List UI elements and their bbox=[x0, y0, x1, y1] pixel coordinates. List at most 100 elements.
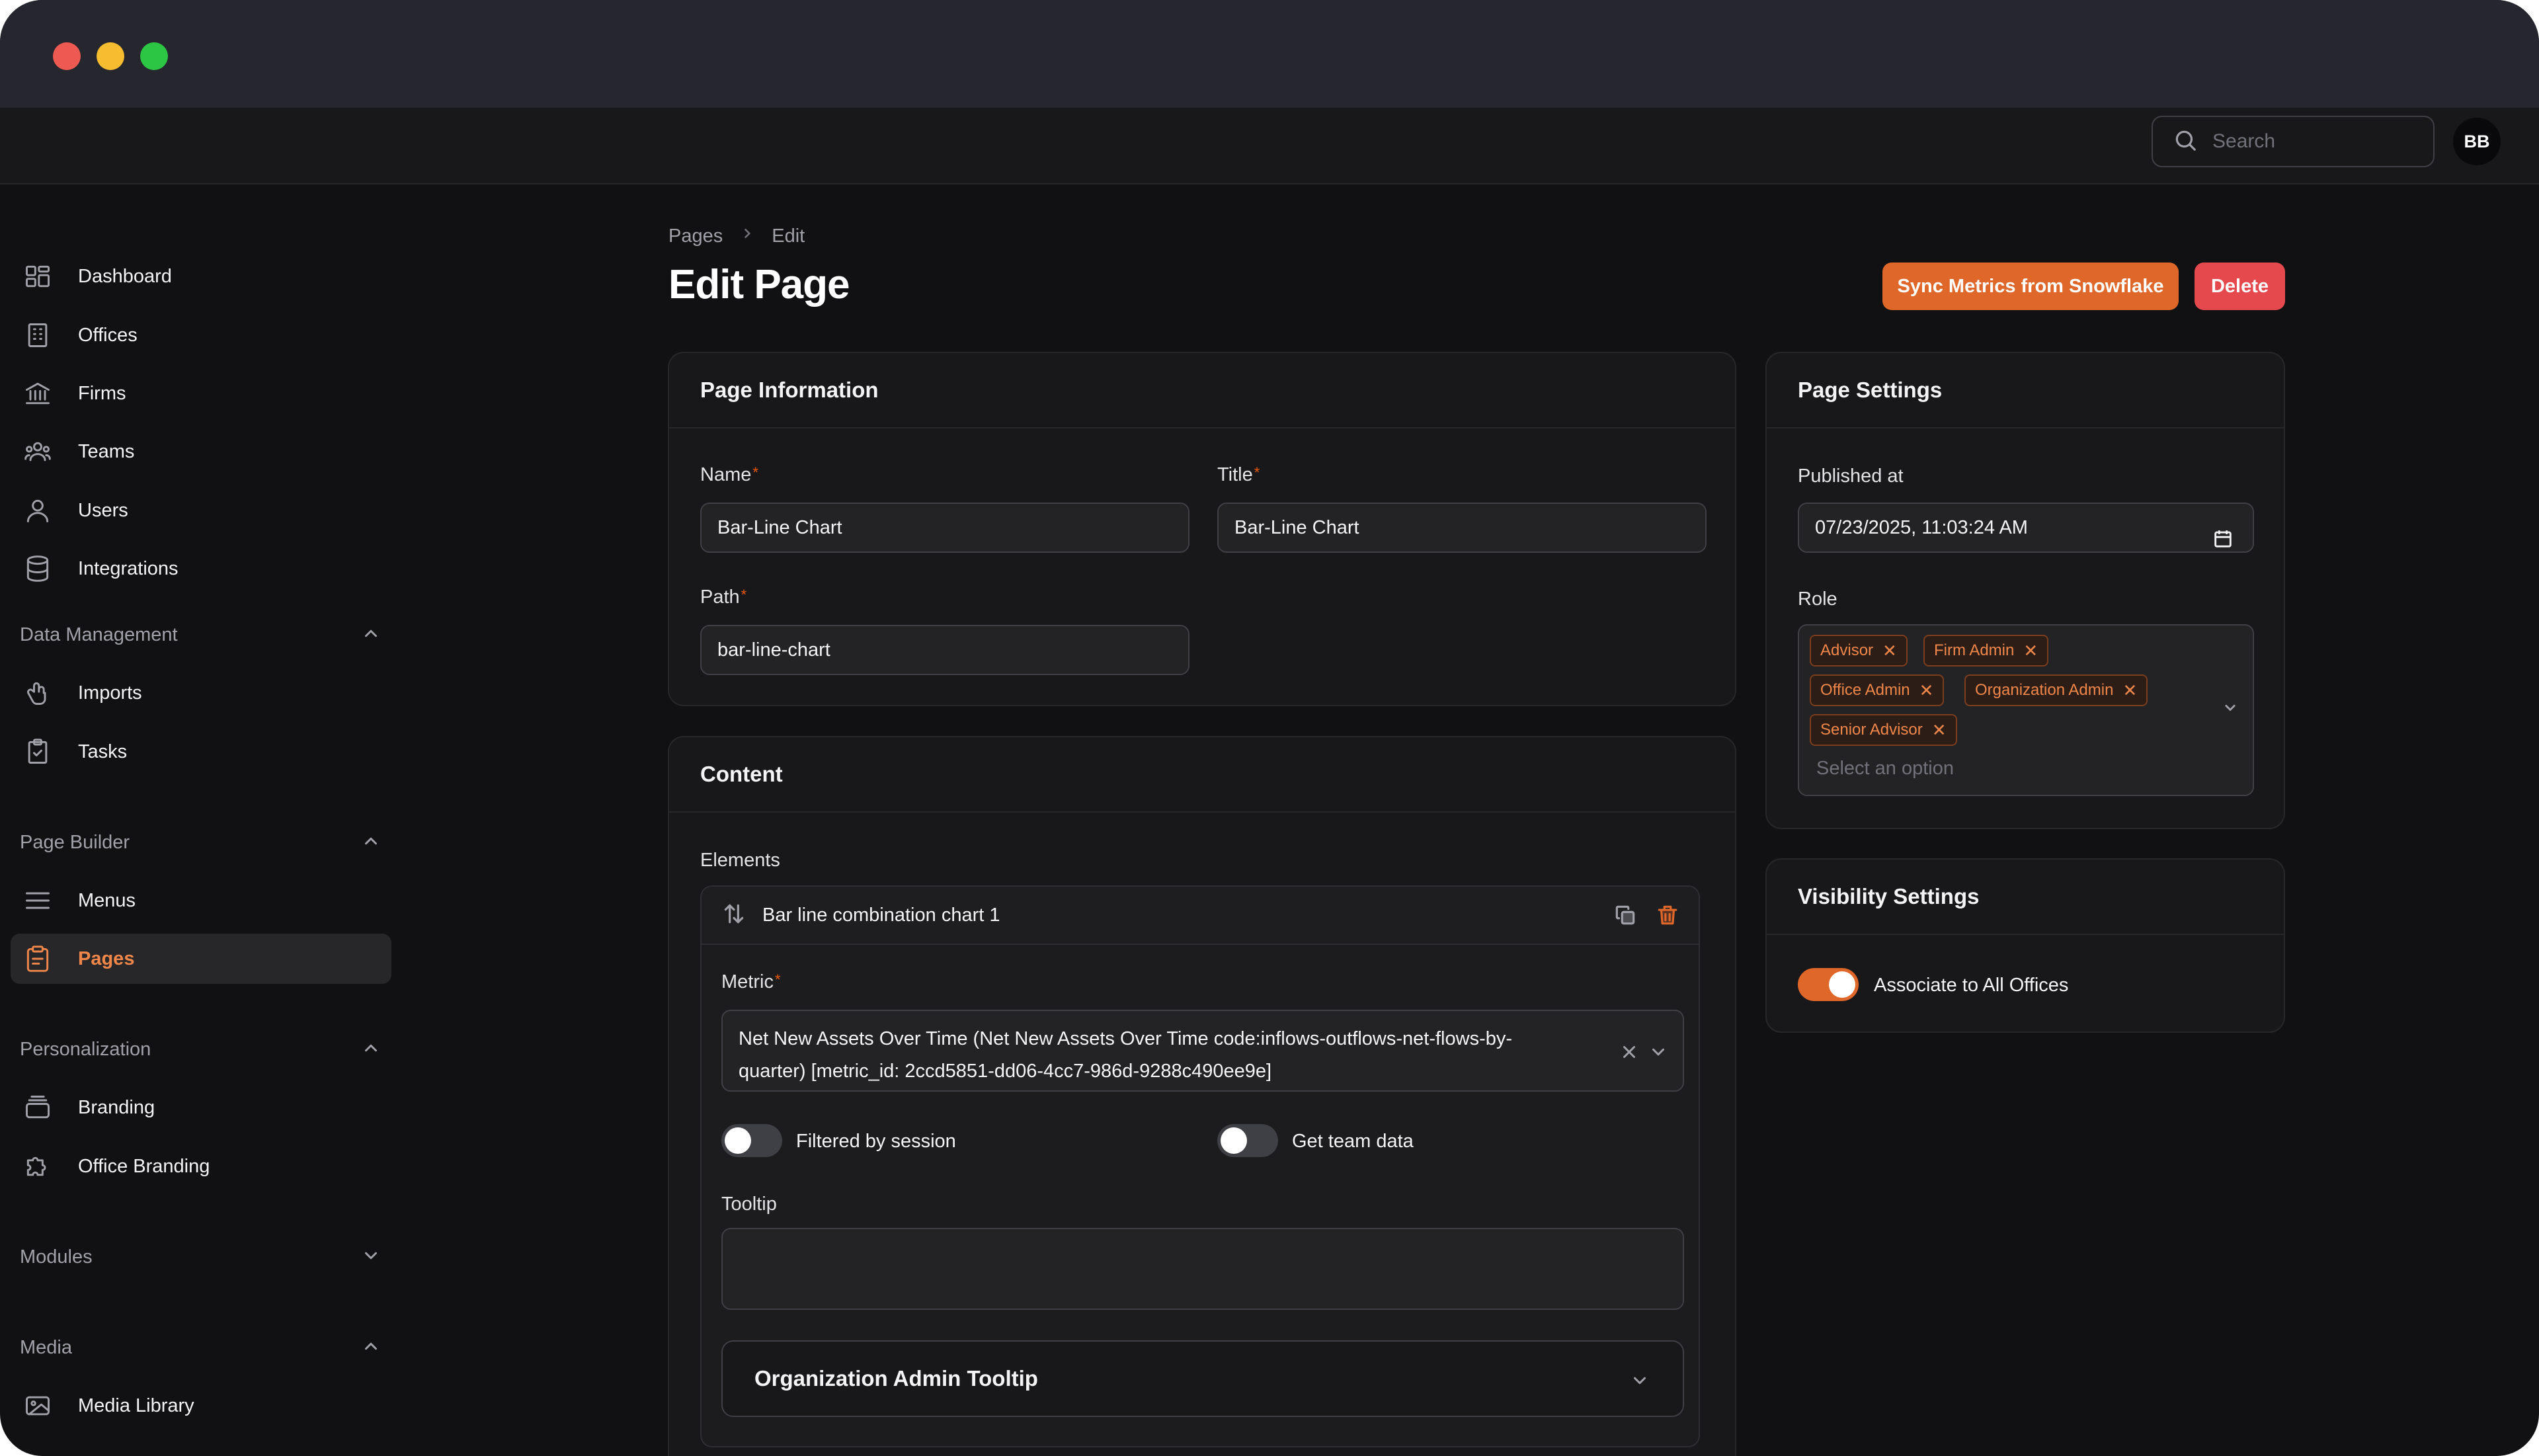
sidebar-item-label: Offices bbox=[78, 324, 138, 346]
user-avatar[interactable]: BB bbox=[2453, 118, 2501, 165]
breadcrumb-pages-link[interactable]: Pages bbox=[668, 225, 723, 247]
card-heading: Visibility Settings bbox=[1767, 860, 2284, 935]
user-icon bbox=[21, 494, 54, 527]
element-header: Bar line combination chart 1 bbox=[702, 887, 1699, 945]
chevron-up-icon bbox=[361, 624, 381, 647]
metric-label: Metric* bbox=[721, 971, 781, 992]
chevron-right-icon bbox=[723, 225, 772, 247]
sidebar-item-offices[interactable]: Offices bbox=[11, 310, 391, 360]
group-media[interactable]: Media bbox=[20, 1328, 381, 1367]
sidebar-item-media-library[interactable]: Media Library bbox=[11, 1381, 391, 1431]
chevron-down-icon[interactable] bbox=[2221, 698, 2239, 720]
sidebar-item-menus[interactable]: Menus bbox=[11, 875, 391, 926]
required-mark: * bbox=[1254, 464, 1260, 481]
clear-icon[interactable] bbox=[1610, 1040, 1639, 1072]
chevron-up-icon bbox=[361, 1038, 381, 1061]
search-icon bbox=[2173, 128, 2198, 156]
tooltip-textarea[interactable] bbox=[721, 1228, 1684, 1310]
chevron-down-icon bbox=[361, 1246, 381, 1269]
required-mark: * bbox=[741, 586, 747, 603]
sidebar-item-imports[interactable]: Imports bbox=[11, 668, 391, 718]
copy-icon[interactable] bbox=[1595, 903, 1638, 931]
get-team-data-label: Get team data bbox=[1292, 1131, 1414, 1152]
elements-label: Elements bbox=[700, 850, 780, 871]
required-mark: * bbox=[752, 464, 758, 481]
sidebar-item-label: Firms bbox=[78, 382, 126, 404]
remove-chip-icon[interactable]: ✕ bbox=[1882, 641, 1897, 661]
image-icon bbox=[21, 1389, 54, 1422]
sidebar: Dashboard Offices Firms Teams Users Inte… bbox=[0, 184, 410, 1456]
page-settings-card: Page Settings Published at 07/23/2025, 1… bbox=[1765, 352, 2285, 829]
name-field[interactable]: Bar-Line Chart bbox=[700, 503, 1189, 553]
search-input[interactable]: Search bbox=[2152, 116, 2435, 167]
card-heading: Content bbox=[669, 737, 1735, 813]
group-label: Personalization bbox=[20, 1038, 151, 1060]
sidebar-item-label: Tasks bbox=[78, 741, 128, 762]
group-data-management[interactable]: Data Management bbox=[20, 615, 381, 655]
sidebar-item-dashboard[interactable]: Dashboard bbox=[11, 251, 391, 302]
remove-chip-icon[interactable]: ✕ bbox=[1919, 680, 1934, 701]
published-at-field[interactable]: 07/23/2025, 11:03:24 AM bbox=[1798, 503, 2254, 553]
sidebar-item-firms[interactable]: Firms bbox=[11, 368, 391, 419]
puzzle-icon bbox=[21, 1150, 54, 1183]
maximize-window-button[interactable] bbox=[140, 42, 168, 70]
metric-value-line: Net New Assets Over Time (Net New Assets… bbox=[739, 1028, 1513, 1049]
sidebar-item-users[interactable]: Users bbox=[11, 485, 391, 536]
stack-icon bbox=[21, 1091, 54, 1124]
remove-chip-icon[interactable]: ✕ bbox=[2023, 641, 2038, 661]
close-window-button[interactable] bbox=[53, 42, 81, 70]
get-team-data-toggle[interactable] bbox=[1217, 1124, 1278, 1157]
filtered-by-session-label: Filtered by session bbox=[796, 1131, 956, 1152]
sidebar-item-label: Users bbox=[78, 499, 128, 521]
trash-icon[interactable] bbox=[1638, 903, 1680, 931]
group-label: Modules bbox=[20, 1246, 93, 1268]
metric-select[interactable]: Net New Assets Over Time (Net New Assets… bbox=[721, 1010, 1684, 1092]
path-field[interactable]: bar-line-chart bbox=[700, 625, 1189, 675]
clipboard-check-icon bbox=[21, 735, 54, 768]
role-multiselect[interactable]: Advisor ✕ Firm Admin ✕ Office Admin ✕ Organ… bbox=[1798, 624, 2254, 796]
remove-chip-icon[interactable]: ✕ bbox=[1932, 720, 1947, 741]
name-label: Name* bbox=[700, 464, 758, 485]
associate-all-offices-toggle[interactable] bbox=[1798, 968, 1859, 1001]
role-chip: Advisor ✕ bbox=[1810, 635, 1908, 667]
sidebar-item-teams[interactable]: Teams bbox=[11, 426, 391, 477]
page-title: Edit Page bbox=[668, 262, 850, 307]
role-chip: Organization Admin ✕ bbox=[1964, 674, 2148, 706]
chevron-up-icon bbox=[361, 831, 381, 854]
chevron-down-icon bbox=[1630, 1371, 1650, 1396]
role-chip: Senior Advisor ✕ bbox=[1810, 714, 1957, 746]
role-chip: Office Admin ✕ bbox=[1810, 674, 1945, 706]
sidebar-item-tasks[interactable]: Tasks bbox=[11, 727, 391, 777]
dashboard-icon bbox=[21, 260, 54, 293]
menu-icon bbox=[21, 884, 54, 917]
reorder-icon[interactable] bbox=[721, 901, 746, 930]
sync-metrics-button[interactable]: Sync Metrics from Snowflake bbox=[1882, 263, 2179, 310]
remove-chip-icon[interactable]: ✕ bbox=[2122, 680, 2137, 701]
chevron-down-icon[interactable] bbox=[1639, 1040, 1668, 1072]
title-label: Title* bbox=[1217, 464, 1260, 485]
top-bar: Search BB bbox=[0, 108, 2539, 184]
database-icon bbox=[21, 552, 54, 585]
minimize-window-button[interactable] bbox=[97, 42, 124, 70]
sidebar-item-branding[interactable]: Branding bbox=[11, 1082, 391, 1133]
org-admin-tooltip-accordion[interactable]: Organization Admin Tooltip bbox=[721, 1340, 1684, 1417]
visibility-settings-card: Visibility Settings Associate to All Off… bbox=[1765, 858, 2285, 1033]
app-window: Search BB Dashboard Offices Firms Teams … bbox=[0, 0, 2539, 1456]
path-label: Path* bbox=[700, 586, 747, 608]
sidebar-item-office-branding[interactable]: Office Branding bbox=[11, 1141, 391, 1192]
group-label: Page Builder bbox=[20, 831, 130, 853]
published-at-label: Published at bbox=[1798, 465, 1904, 487]
filtered-by-session-toggle[interactable] bbox=[721, 1124, 782, 1157]
group-page-builder[interactable]: Page Builder bbox=[20, 823, 381, 862]
sidebar-item-label: Pages bbox=[78, 948, 135, 969]
element-title: Bar line combination chart 1 bbox=[762, 904, 1000, 926]
title-field[interactable]: Bar-Line Chart bbox=[1217, 503, 1707, 553]
required-mark: * bbox=[774, 971, 781, 988]
sidebar-item-integrations[interactable]: Integrations bbox=[11, 544, 391, 594]
delete-button[interactable]: Delete bbox=[2195, 263, 2285, 310]
card-heading: Page Settings bbox=[1767, 353, 2284, 428]
bank-icon bbox=[21, 377, 54, 410]
group-personalization[interactable]: Personalization bbox=[20, 1030, 381, 1069]
sidebar-item-pages[interactable]: Pages bbox=[11, 934, 391, 984]
group-modules[interactable]: Modules bbox=[20, 1237, 381, 1277]
